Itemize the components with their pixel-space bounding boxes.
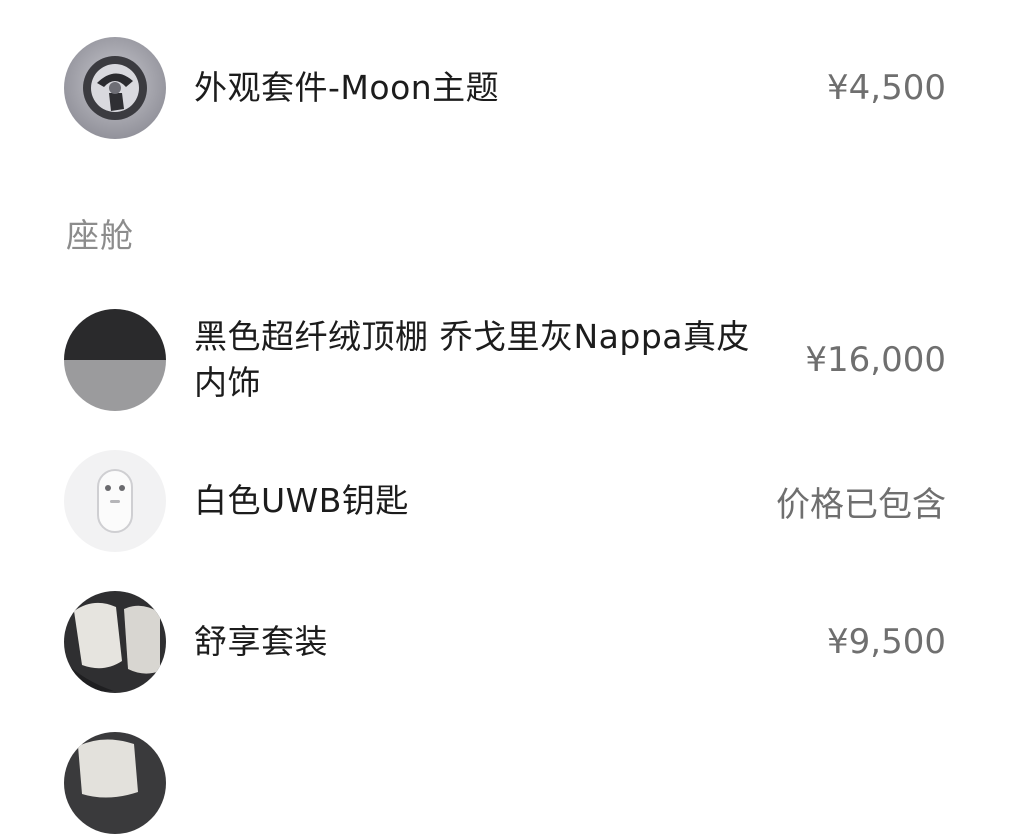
option-name: 外观套件-Moon主题 xyxy=(194,68,500,107)
option-row-partial[interactable] xyxy=(64,732,946,834)
wheel-thumbnail-icon xyxy=(64,37,166,139)
section-title-cabin: 座舱 xyxy=(66,216,134,255)
option-row-uwb-key[interactable]: 白色UWB钥匙 价格已包含 xyxy=(64,450,946,552)
seat-thumbnail-icon xyxy=(64,591,166,693)
option-name: 黑色超纤绒顶棚 乔戈里灰Nappa真皮内饰 xyxy=(194,317,751,402)
option-price: ¥4,500 xyxy=(827,68,946,108)
option-price: ¥9,500 xyxy=(827,622,946,662)
uwb-key-thumbnail-icon xyxy=(64,450,166,552)
option-row-interior[interactable]: 黑色超纤绒顶棚 乔戈里灰Nappa真皮内饰 ¥16,000 xyxy=(64,309,946,411)
option-price: 价格已包含 xyxy=(776,484,946,525)
option-name: 白色UWB钥匙 xyxy=(194,481,409,520)
interior-color-swatch-icon xyxy=(64,309,166,411)
seat-thumbnail-partial-icon xyxy=(64,732,166,834)
option-name: 舒享套装 xyxy=(194,622,328,661)
option-row-comfort-package[interactable]: 舒享套装 ¥9,500 xyxy=(64,591,946,693)
option-price: ¥16,000 xyxy=(805,340,946,380)
option-row-exterior-kit[interactable]: 外观套件-Moon主题 ¥4,500 xyxy=(64,37,946,139)
